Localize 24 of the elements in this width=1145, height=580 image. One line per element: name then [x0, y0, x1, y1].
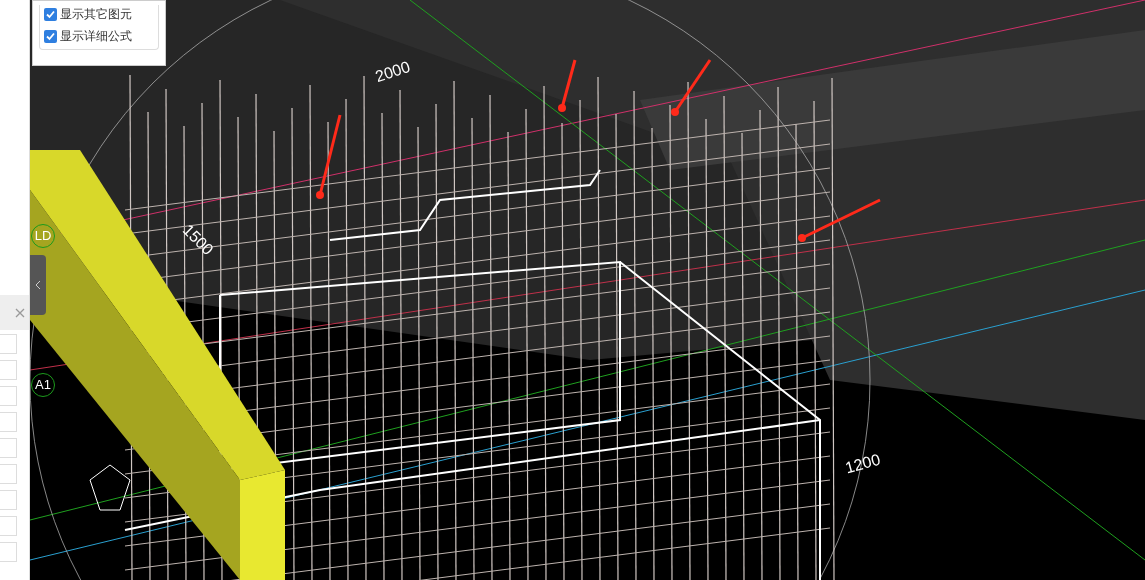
check-icon — [46, 9, 55, 19]
check-icon — [46, 31, 55, 41]
list-row[interactable] — [0, 412, 17, 432]
arrow-icon — [558, 59, 577, 112]
option-label: 显示详细公式 — [60, 28, 132, 45]
checkbox[interactable] — [44, 7, 57, 21]
list-row[interactable] — [0, 542, 17, 562]
list-row[interactable] — [0, 438, 17, 458]
list-row[interactable] — [0, 490, 17, 510]
list-row[interactable] — [0, 386, 17, 406]
option-label: 显示其它图元 — [60, 6, 132, 23]
arrow-icon — [316, 114, 342, 199]
arrow-icon — [671, 59, 712, 116]
dimension-label: 1200 — [842, 449, 884, 479]
collapse-tab[interactable] — [30, 255, 46, 315]
chevron-left-icon — [35, 280, 41, 290]
dimension-label: 2000 — [372, 56, 414, 88]
arrow-icon — [798, 198, 881, 242]
list-row[interactable] — [0, 334, 17, 354]
list-row[interactable] — [0, 516, 17, 536]
list-row[interactable] — [0, 360, 17, 380]
list-row[interactable] — [0, 464, 17, 484]
close-icon[interactable] — [15, 307, 25, 318]
checkbox[interactable] — [44, 29, 57, 43]
